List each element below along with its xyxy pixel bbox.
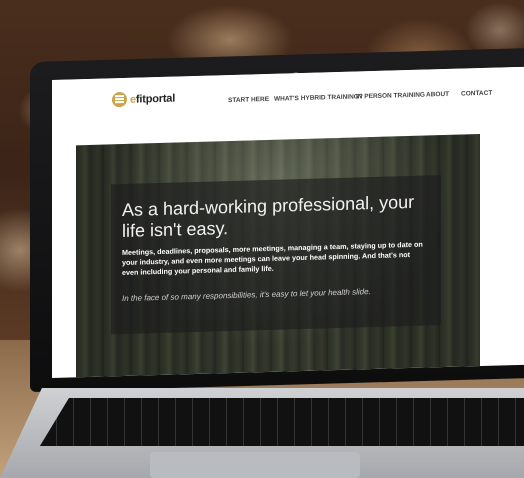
nav-contact[interactable]: CONTACT: [461, 90, 492, 98]
background-scene: efitportal START HERE WHAT'S HYBRID TRAI…: [0, 0, 524, 478]
site-header: efitportal START HERE WHAT'S HYBRID TRAI…: [52, 66, 524, 136]
nav-hybrid-training[interactable]: WHAT'S HYBRID TRAINING?: [274, 93, 363, 102]
nav-in-person-training[interactable]: IN PERSON TRAINING: [356, 92, 425, 101]
laptop-screen: efitportal START HERE WHAT'S HYBRID TRAI…: [52, 66, 524, 378]
nav-start-here[interactable]: START HERE: [228, 96, 269, 104]
hero-headline: As a hard-working professional, your lif…: [122, 191, 415, 242]
laptop-keyboard: [40, 398, 524, 446]
site-logo[interactable]: efitportal: [112, 91, 175, 108]
logo-text: efitportal: [130, 92, 176, 106]
hero-section: As a hard-working professional, your lif…: [76, 134, 480, 378]
laptop-trackpad: [150, 452, 360, 478]
logo-mark-icon: [112, 91, 127, 108]
nav-about[interactable]: ABOUT: [426, 91, 449, 99]
